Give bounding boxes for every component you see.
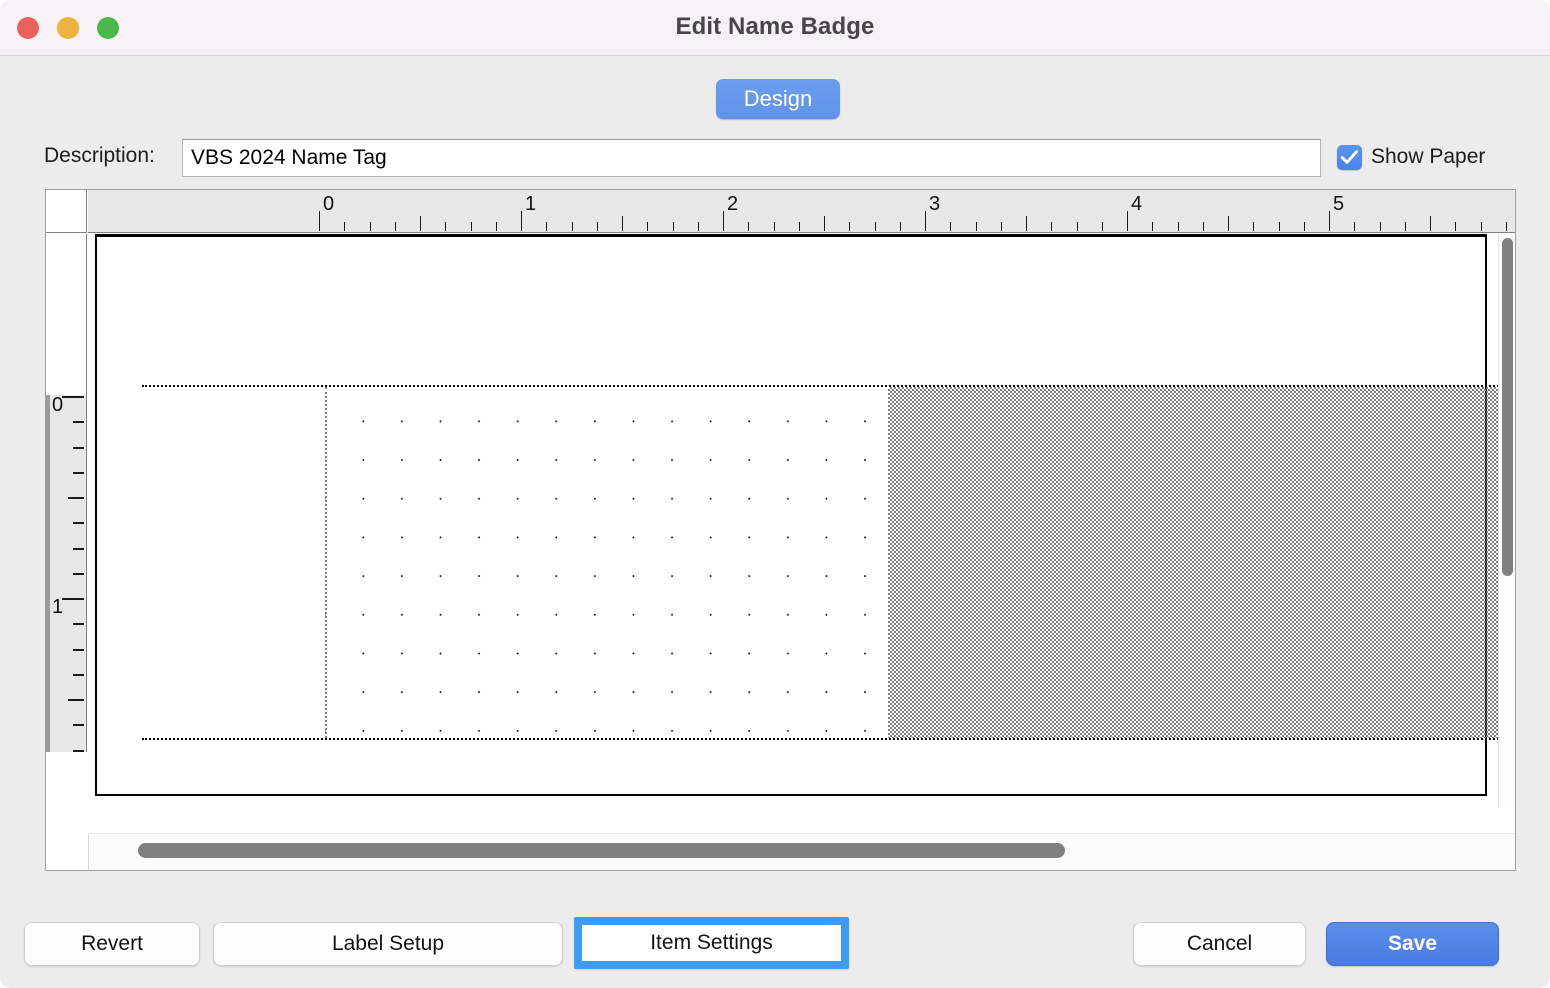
ruler-tick: [1026, 216, 1027, 231]
scrollbar-edge: [88, 834, 89, 871]
show-paper-label: Show Paper: [1371, 145, 1485, 169]
ruler-tick: [73, 649, 84, 651]
selected-item-field[interactable]: [325, 387, 890, 738]
checkmark-icon: [1340, 148, 1359, 167]
ruler-tick: [68, 497, 84, 499]
ruler-tick: [723, 211, 724, 231]
ruler-tick: [546, 222, 547, 231]
ruler-tick: [445, 222, 446, 231]
checkbox-checked-icon[interactable]: [1337, 145, 1362, 170]
ruler-tick: [774, 222, 775, 231]
ruler-tick: [1405, 222, 1406, 231]
ruler-tick: [597, 222, 598, 231]
ruler-label: 3: [929, 193, 940, 216]
ruler-tick: [1380, 222, 1381, 231]
cancel-button[interactable]: Cancel: [1133, 922, 1306, 966]
ruler-tick: [1001, 222, 1002, 231]
ruler-tick: [824, 216, 825, 231]
ruler-tick: [1152, 222, 1153, 231]
ruler-tick: [1455, 222, 1456, 231]
ruler-tick: [471, 222, 472, 231]
ruler-tick: [875, 222, 876, 231]
ruler-tick: [1430, 216, 1431, 231]
window-title: Edit Name Badge: [0, 13, 1550, 41]
ruler-tick: [496, 222, 497, 231]
ruler-label: 1: [52, 596, 63, 619]
ruler-tick: [73, 447, 84, 449]
ruler-tick: [1077, 222, 1078, 231]
ruler-tick: [1506, 222, 1507, 231]
ruler-tick: [73, 522, 84, 524]
non-printable-region: [888, 387, 1500, 738]
canvas-viewport[interactable]: [88, 234, 1500, 808]
horizontal-scrollbar[interactable]: [88, 833, 1516, 870]
ruler-tick: [748, 222, 749, 231]
ruler-label: 2: [727, 193, 738, 216]
ruler-tick: [1127, 211, 1128, 231]
design-canvas-area: 0123456 01: [45, 189, 1516, 871]
vertical-ruler: 01: [46, 234, 87, 752]
ruler-tick: [73, 548, 84, 550]
ruler-tick: [925, 211, 926, 231]
ruler-tick: [1253, 222, 1254, 231]
ruler-label: 1: [525, 193, 536, 216]
horizontal-ruler: 0123456: [88, 190, 1516, 233]
ruler-tick: [73, 573, 84, 575]
ruler-tick: [370, 222, 371, 231]
ruler-tick: [1304, 222, 1305, 231]
save-button[interactable]: Save: [1326, 922, 1499, 966]
ruler-tick: [62, 396, 84, 398]
ruler-tick: [572, 222, 573, 231]
ruler-tick: [1102, 222, 1103, 231]
ruler-label: 0: [323, 193, 334, 216]
window-titlebar: Edit Name Badge: [0, 0, 1550, 56]
ruler-tick: [849, 222, 850, 231]
ruler-tick: [1178, 222, 1179, 231]
ruler-tick: [799, 222, 800, 231]
ruler-tick: [344, 222, 345, 231]
ruler-tick: [420, 216, 421, 231]
tab-design[interactable]: Design: [716, 79, 840, 119]
ruler-tick: [73, 623, 84, 625]
ruler-tick: [698, 222, 699, 231]
ruler-tick: [1354, 222, 1355, 231]
ruler-tick: [73, 674, 84, 676]
show-paper-checkbox[interactable]: Show Paper: [1337, 142, 1485, 172]
label-setup-button[interactable]: Label Setup: [213, 922, 563, 966]
ruler-tick: [1279, 222, 1280, 231]
ruler-label: 4: [1131, 193, 1142, 216]
ruler-tick: [647, 222, 648, 231]
ruler-tick: [73, 750, 84, 752]
ruler-tick: [1481, 222, 1482, 231]
ruler-tick: [62, 598, 84, 600]
ruler-tick: [976, 222, 977, 231]
ruler-tick: [73, 472, 84, 474]
ruler-tick: [68, 699, 84, 701]
ruler-tick: [1329, 211, 1330, 231]
ruler-tick: [900, 222, 901, 231]
horizontal-scrollbar-thumb[interactable]: [138, 843, 1065, 858]
ruler-tick: [1051, 222, 1052, 231]
ruler-tick: [622, 216, 623, 231]
ruler-tick: [319, 211, 320, 231]
ruler-tick: [73, 421, 84, 423]
ruler-tick: [521, 211, 522, 231]
ruler-corner: [46, 190, 87, 233]
ruler-tick: [73, 724, 84, 726]
revert-button[interactable]: Revert: [24, 922, 200, 966]
edit-name-badge-window: Edit Name Badge Design Description: Show…: [0, 0, 1550, 988]
ruler-label: 0: [52, 394, 63, 417]
ruler-tick: [950, 222, 951, 231]
ruler-label: 5: [1333, 193, 1344, 216]
ruler-tick: [1228, 216, 1229, 231]
vertical-scrollbar-thumb[interactable]: [1502, 238, 1513, 576]
description-input[interactable]: [182, 139, 1321, 177]
ruler-tick: [1203, 222, 1204, 231]
description-label: Description:: [44, 144, 155, 168]
ruler-tick: [673, 222, 674, 231]
item-settings-button[interactable]: Item Settings: [582, 925, 841, 961]
ruler-tick: [395, 222, 396, 231]
paper-sheet: [95, 234, 1487, 796]
vertical-scrollbar[interactable]: [1498, 234, 1515, 808]
